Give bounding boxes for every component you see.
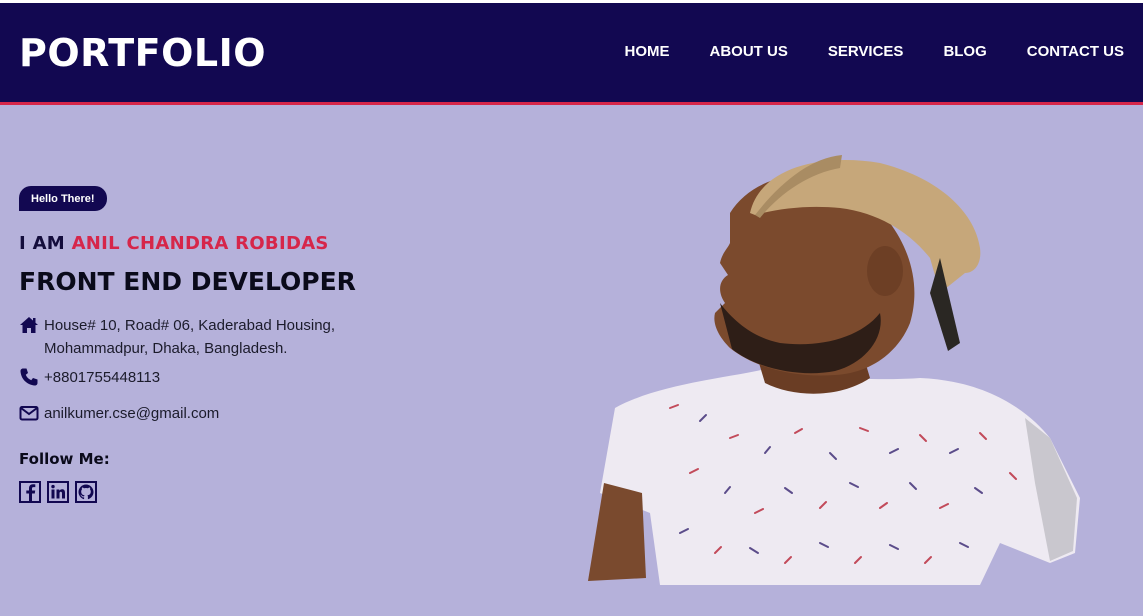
social-links [19,481,97,503]
greeting-badge: Hello There! [19,186,107,211]
address-info: House# 10, Road# 06, Kaderabad Housing, … [19,314,335,360]
linkedin-icon [51,484,65,499]
phone-number[interactable]: +8801755448113 [44,366,160,389]
developer-name: ANIL CHANDRA ROBIDAS [71,233,329,254]
home-icon [20,317,38,333]
hero-section: Hello There! I AM ANIL CHANDRA ROBIDAS F… [0,105,1143,616]
nav-blog[interactable]: BLOG [943,43,986,60]
intro-heading: I AM ANIL CHANDRA ROBIDAS [19,233,329,254]
brand-logo[interactable]: PORTFOLIO [19,31,266,75]
nav-contact-us[interactable]: CONTACT US [1027,43,1124,60]
main-nav: HOME ABOUT US SERVICES BLOG CONTACT US [625,43,1125,60]
github-icon [78,484,94,500]
address-line-1: House# 10, Road# 06, Kaderabad Housing, [44,317,336,334]
github-link[interactable] [75,481,97,503]
email-address[interactable]: anilkumer.cse@gmail.com [44,402,219,425]
role-title: FRONT END DEVELOPER [19,267,356,296]
profile-photo [588,155,1080,585]
linkedin-link[interactable] [47,481,69,503]
phone-icon [20,368,38,386]
envelope-icon [19,406,39,421]
email-info: anilkumer.cse@gmail.com [19,402,219,425]
facebook-icon [26,484,36,501]
nav-about-us[interactable]: ABOUT US [710,43,788,60]
phone-info: +8801755448113 [19,366,160,389]
navbar: PORTFOLIO HOME ABOUT US SERVICES BLOG CO… [0,3,1143,105]
address-line-2: Mohammadpur, Dhaka, Bangladesh. [44,340,288,357]
address-text: House# 10, Road# 06, Kaderabad Housing, … [44,314,335,360]
follow-label: Follow Me: [19,450,110,468]
nav-home[interactable]: HOME [625,43,670,60]
facebook-link[interactable] [19,481,41,503]
nav-services[interactable]: SERVICES [828,43,904,60]
intro-prefix: I AM [19,233,72,254]
